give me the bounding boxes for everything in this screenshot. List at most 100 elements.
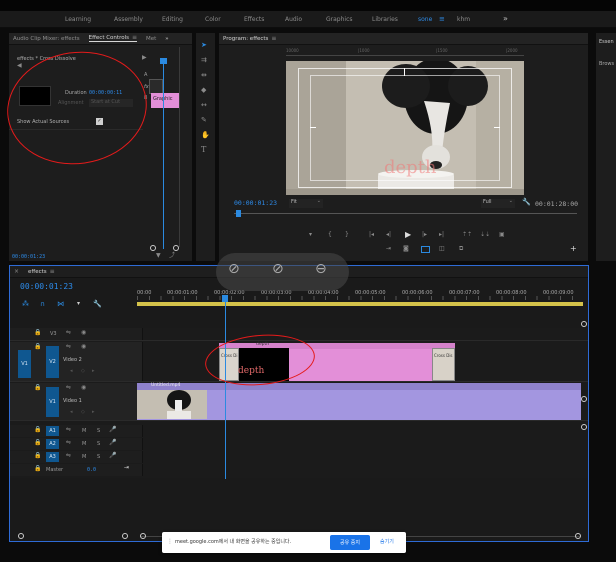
export-frame-icon[interactable]: ▣ — [499, 232, 505, 238]
timeline-playhead-line[interactable] — [225, 302, 226, 479]
browse-label[interactable]: Brows — [599, 61, 614, 67]
mute-button[interactable]: M — [82, 428, 86, 434]
sync-lock-icon[interactable]: ⇋ — [66, 453, 71, 459]
vertical-scroll-handle[interactable] — [581, 321, 587, 327]
workspace-tab-sone[interactable]: sone — [418, 16, 432, 23]
back-icon[interactable]: ◀ — [17, 63, 22, 69]
lock-icon[interactable]: 🔒 — [34, 453, 41, 459]
selection-tool-icon[interactable]: ➤ — [201, 42, 207, 49]
track-a2-target[interactable]: A2 — [46, 439, 59, 449]
play-button[interactable]: ▶ — [405, 231, 411, 239]
lock-icon[interactable]: 🔒 — [34, 330, 41, 336]
workspace-tab-effects[interactable]: Effects — [244, 16, 264, 23]
tab-metadata[interactable]: Met — [146, 36, 156, 42]
step-forward-icon[interactable]: |▸ — [422, 232, 427, 238]
prev-keyframe-icon[interactable]: ◂ — [70, 369, 73, 374]
tab-audio-clip-mixer[interactable]: Audio Clip Mixer: effects — [13, 36, 80, 42]
type-tool-icon[interactable]: T — [201, 146, 206, 154]
solo-button[interactable]: S — [97, 441, 100, 447]
wrench-icon[interactable]: 🔧 — [522, 199, 531, 206]
hide-button[interactable]: 숨기기 — [380, 538, 394, 545]
work-area-bar[interactable] — [137, 302, 583, 306]
eye-icon[interactable]: ◉ — [81, 330, 86, 336]
razor-tool-icon[interactable]: ◆ — [201, 87, 206, 94]
mark-out-icon[interactable]: } — [345, 232, 349, 238]
settings-wrench-icon[interactable]: 🔧 — [93, 301, 102, 308]
quality-select[interactable]: Full ⌄ — [481, 199, 515, 208]
mini-playhead-handle[interactable] — [160, 58, 167, 64]
track-v2-target[interactable]: V2 — [46, 346, 59, 378]
prev-keyframe-icon[interactable]: ◂ — [70, 410, 73, 415]
camera-off-icon[interactable]: ⊘ — [228, 262, 240, 276]
comparison-view-button[interactable] — [421, 246, 430, 253]
workspace-tab-learning[interactable]: Learning — [65, 16, 91, 23]
workspace-tab-libraries[interactable]: Libraries — [372, 16, 398, 23]
workspace-more-button[interactable]: » — [503, 14, 508, 23]
lock-icon[interactable]: 🔒 — [34, 440, 41, 446]
solo-button[interactable]: S — [97, 454, 100, 460]
source-v1-toggle[interactable]: V1 — [18, 350, 31, 378]
mute-button[interactable]: M — [82, 454, 86, 460]
workspace-tab-editing[interactable]: Editing — [162, 16, 183, 23]
go-to-in-icon[interactable]: |◂ — [369, 232, 374, 238]
track-a1-target[interactable]: A1 — [46, 426, 59, 436]
mic-icon[interactable]: 🎤 — [109, 440, 116, 446]
program-playhead[interactable] — [236, 210, 241, 217]
mark-in-icon[interactable]: { — [328, 232, 332, 238]
sync-lock-icon[interactable]: ⇋ — [66, 440, 71, 446]
video-clip[interactable]: Untitled.mp4 — [137, 383, 581, 420]
export-icon[interactable]: ⤴ — [169, 253, 175, 259]
timeline-playhead-handle[interactable] — [222, 295, 228, 302]
linked-select-icon[interactable]: ⋈ — [57, 301, 64, 308]
eye-icon[interactable]: ◉ — [81, 385, 86, 391]
insert-icon[interactable]: ⇥ — [386, 246, 391, 252]
program-video-frame[interactable]: depth — [286, 61, 524, 195]
tab-effect-controls[interactable]: Effect Controls ≡ — [88, 35, 137, 42]
timeline-tab[interactable]: effects ≡ — [28, 268, 55, 275]
header-scroll-right[interactable] — [122, 533, 128, 539]
mic-icon[interactable]: 🎤 — [109, 453, 116, 459]
workspace-tab-assembly[interactable]: Assembly — [114, 16, 143, 23]
mic-icon[interactable]: 🎤 — [109, 427, 116, 433]
snap-icon[interactable]: ∩ — [40, 301, 45, 308]
lock-icon[interactable]: 🔒 — [34, 385, 41, 391]
zoom-scroll-right[interactable] — [575, 533, 581, 539]
next-keyframe-icon[interactable]: ▸ — [92, 369, 95, 374]
lock-icon[interactable]: 🔒 — [34, 466, 41, 472]
keyframe-icon[interactable]: ◇ — [81, 410, 85, 415]
filter-icon[interactable]: ▼ — [156, 253, 161, 259]
ripple-edit-tool-icon[interactable]: ⇹ — [201, 72, 207, 79]
timeline-timecode[interactable]: 00:00:01:23 — [20, 282, 73, 291]
mute-button[interactable]: M — [82, 441, 86, 447]
go-to-out-icon[interactable]: ▸| — [439, 232, 444, 238]
proxy-icon[interactable]: ⧉ — [459, 246, 463, 252]
next-keyframe-icon[interactable]: ▸ — [92, 410, 95, 415]
mini-playhead[interactable] — [163, 59, 164, 249]
workspace-tab-audio[interactable]: Audio — [285, 16, 302, 23]
program-scrub-bar[interactable] — [234, 213, 577, 214]
track-select-tool-icon[interactable]: ⇉ — [201, 57, 207, 64]
drag-handle-icon[interactable]: ⋮ — [167, 538, 173, 545]
fit-select[interactable]: Fit ⌄ — [289, 199, 323, 208]
master-go-to-end-icon[interactable]: ⇥ — [124, 465, 129, 471]
nest-icon[interactable]: ⁂ — [22, 301, 29, 308]
program-monitor-title[interactable]: Program: effects ≡ — [223, 35, 276, 42]
menu-icon[interactable]: ≡ — [271, 35, 276, 42]
stop-share-icon[interactable]: ⊖ — [315, 262, 327, 276]
pen-tool-icon[interactable]: ✎ — [201, 117, 207, 124]
cross-dissolve-end[interactable]: Cross Dis — [432, 348, 455, 381]
workspace-tab-color[interactable]: Color — [205, 16, 221, 23]
lift-icon[interactable]: ⇡⇡ — [462, 232, 472, 238]
workspace-menu-icon[interactable]: ≡ — [439, 15, 445, 23]
step-back-icon[interactable]: ◂| — [386, 232, 391, 238]
header-scroll-left[interactable] — [18, 533, 24, 539]
sync-lock-icon[interactable]: ⇋ — [66, 385, 71, 391]
zoom-handle-right[interactable] — [173, 245, 179, 251]
workspace-tab-graphics[interactable]: Graphics — [326, 16, 353, 23]
sync-lock-icon[interactable]: ⇋ — [66, 330, 71, 336]
track-v1-target[interactable]: V1 — [46, 387, 59, 417]
play-icon[interactable]: ▶ — [142, 55, 147, 61]
solo-button[interactable]: S — [97, 428, 100, 434]
vertical-scroll-handle[interactable] — [581, 396, 587, 402]
track-a3-target[interactable]: A3 — [46, 452, 59, 462]
